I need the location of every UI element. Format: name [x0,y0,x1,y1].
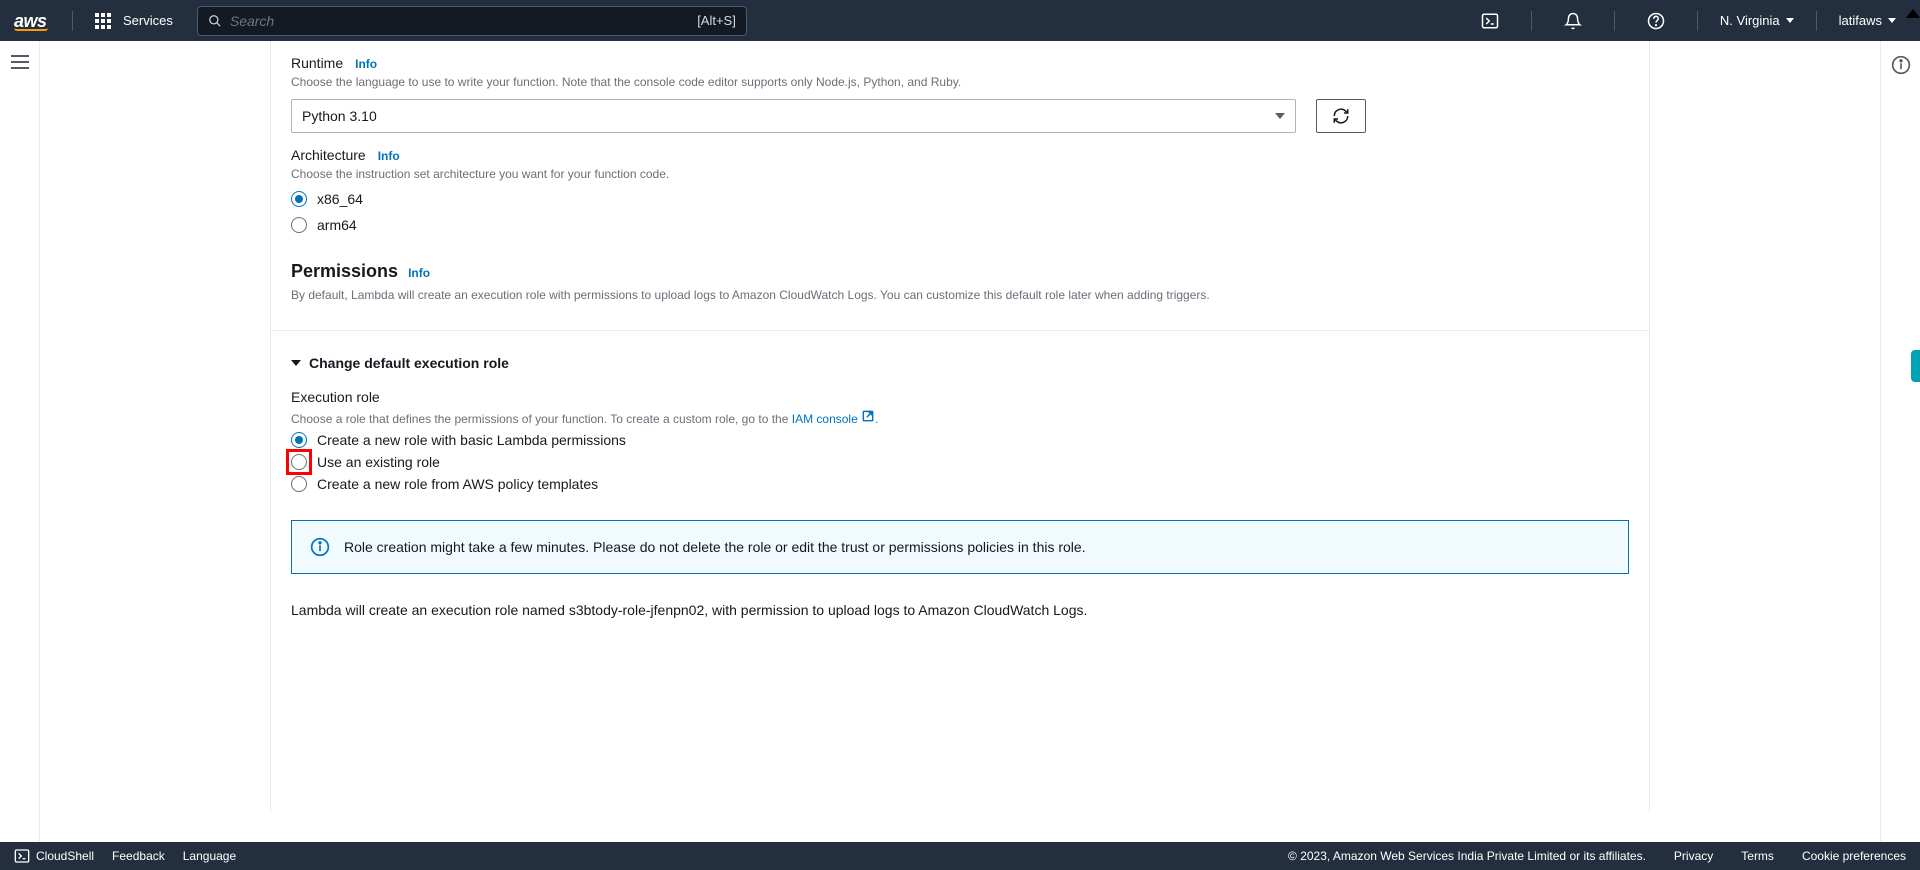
radio-icon [291,191,307,207]
architecture-radio-arm64[interactable]: arm64 [291,217,1629,233]
external-link-icon [861,409,875,426]
search-shortcut: [Alt+S] [697,13,736,28]
exec-role-radio-new-basic[interactable]: Create a new role with basic Lambda perm… [291,432,1629,448]
hamburger-button[interactable] [11,55,29,69]
privacy-link[interactable]: Privacy [1674,849,1713,863]
radio-icon [291,454,307,470]
info-alert: Role creation might take a few minutes. … [291,520,1629,574]
exec-role-desc-post: . [875,412,878,426]
account-label: latifaws [1839,13,1882,28]
bell-icon [1564,12,1582,30]
radio-icon [291,476,307,492]
search-input[interactable] [230,13,697,29]
execution-role-description: Choose a role that defines the permissio… [291,409,1629,426]
terms-link[interactable]: Terms [1741,849,1774,863]
radio-label: arm64 [317,217,357,233]
alert-text: Role creation might take a few minutes. … [344,539,1086,555]
permissions-heading: Permissions Info [291,261,1629,282]
exec-role-desc-pre: Choose a role that defines the permissio… [291,412,792,426]
architecture-field: Architecture Info Choose the instruction… [291,147,1629,233]
copyright-text: © 2023, Amazon Web Services India Privat… [1288,849,1646,863]
iam-console-link[interactable]: IAM console [792,412,875,426]
refresh-button[interactable] [1316,99,1366,133]
chevron-down-icon [1275,113,1285,119]
radio-label: Create a new role from AWS policy templa… [317,476,598,492]
caret-down-icon [291,360,301,366]
cloudshell-label: CloudShell [36,849,94,863]
notifications-button[interactable] [1554,12,1592,30]
architecture-info-link[interactable]: Info [378,149,400,163]
feedback-link[interactable]: Feedback [112,849,165,863]
execution-role-label: Execution role [291,389,1629,405]
exec-role-radio-template[interactable]: Create a new role from AWS policy templa… [291,476,1629,492]
radio-label: x86_64 [317,191,363,207]
chevron-down-icon [1786,18,1794,23]
runtime-select[interactable]: Python 3.10 [291,99,1296,133]
architecture-radio-x86[interactable]: x86_64 [291,191,1629,207]
services-menu[interactable]: Services [95,13,173,29]
architecture-label: Architecture [291,147,366,163]
top-navbar: aws Services [Alt+S] N. Virginia latifaw… [0,0,1920,41]
search-input-wrap[interactable]: [Alt+S] [197,6,747,36]
search-icon [208,14,222,28]
terminal-icon [1481,12,1499,30]
cloudshell-footer-button[interactable]: CloudShell [14,848,94,864]
runtime-selected-value: Python 3.10 [302,108,377,124]
help-icon [1647,12,1665,30]
permissions-info-link[interactable]: Info [408,266,430,280]
refresh-icon [1332,107,1350,125]
runtime-info-link[interactable]: Info [355,57,377,71]
scroll-top-indicator [1906,9,1920,18]
account-menu[interactable]: latifaws [1839,13,1896,28]
side-tab[interactable] [1911,350,1920,382]
aws-logo-text: aws [14,11,47,31]
chevron-down-icon [1888,18,1896,23]
radio-icon [291,217,307,233]
radio-label: Create a new role with basic Lambda perm… [317,432,626,448]
right-rail [1880,41,1920,842]
grid-icon [95,13,111,29]
radio-label: Use an existing role [317,454,440,470]
info-icon [1891,55,1911,75]
role-creation-note: Lambda will create an execution role nam… [291,602,1629,618]
main-content: Runtime Info Choose the language to use … [40,41,1880,842]
info-panel-toggle[interactable] [1891,55,1911,80]
divider [271,330,1649,331]
runtime-description: Choose the language to use to write your… [291,75,1629,89]
services-label: Services [123,13,173,28]
terminal-icon [14,848,30,864]
exec-role-radio-existing[interactable]: Use an existing role [291,454,1629,470]
aws-logo[interactable]: aws [14,11,48,31]
permissions-title: Permissions [291,261,398,282]
footer-bar: CloudShell Feedback Language © 2023, Ama… [0,842,1920,870]
region-label: N. Virginia [1720,13,1780,28]
radio-icon [291,432,307,448]
permissions-description: By default, Lambda will create an execut… [291,288,1629,302]
help-button[interactable] [1637,12,1675,30]
cookie-preferences-link[interactable]: Cookie preferences [1802,849,1906,863]
runtime-field: Runtime Info Choose the language to use … [291,55,1629,133]
left-rail [0,41,40,842]
region-selector[interactable]: N. Virginia [1720,13,1794,28]
expander-title: Change default execution role [309,355,509,371]
runtime-label: Runtime [291,55,343,71]
cloudshell-icon-button[interactable] [1471,12,1509,30]
info-icon [310,537,330,557]
architecture-description: Choose the instruction set architecture … [291,167,1629,181]
language-link[interactable]: Language [183,849,236,863]
change-default-execution-role-toggle[interactable]: Change default execution role [291,355,1629,371]
